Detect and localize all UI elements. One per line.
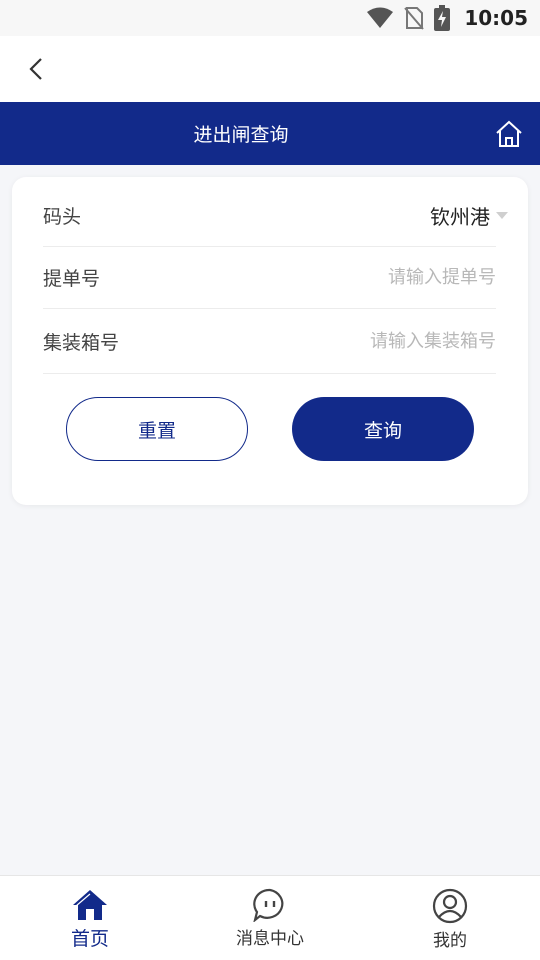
bill-label: 提单号 xyxy=(43,268,101,290)
terminal-value: 钦州港 xyxy=(430,205,490,229)
bill-row: 提单号 xyxy=(43,247,496,309)
home-icon xyxy=(496,120,522,147)
tab-mine-label: 我的 xyxy=(433,931,467,951)
query-button[interactable]: 查询 xyxy=(292,397,474,461)
home-filled-icon xyxy=(73,890,107,920)
container-row: 集装箱号 xyxy=(43,309,496,374)
container-label: 集装箱号 xyxy=(43,331,120,354)
query-form-card: 码头 钦州港 提单号 集装箱号 重置 查询 xyxy=(12,177,528,505)
top-bar xyxy=(0,36,540,102)
user-icon xyxy=(432,888,468,924)
tab-mine[interactable]: 我的 xyxy=(360,876,540,960)
title-bar: 进出闸查询 xyxy=(0,102,540,165)
no-sim-icon xyxy=(404,7,425,30)
tab-messages[interactable]: 消息中心 xyxy=(180,876,360,960)
tab-home[interactable]: 首页 xyxy=(0,876,180,960)
terminal-row: 码头 钦州港 xyxy=(43,185,508,247)
terminal-select[interactable]: 钦州港 xyxy=(430,201,508,230)
tab-home-label: 首页 xyxy=(70,928,109,950)
battery-charging-icon xyxy=(434,5,451,31)
container-number-input[interactable] xyxy=(256,330,496,352)
home-button[interactable] xyxy=(494,119,524,149)
caret-down-icon xyxy=(496,211,508,219)
terminal-label: 码头 xyxy=(43,206,82,228)
message-icon xyxy=(253,888,284,922)
wifi-icon xyxy=(367,7,394,28)
reset-button[interactable]: 重置 xyxy=(66,397,248,461)
status-time: 10:05 xyxy=(464,6,528,30)
back-button[interactable] xyxy=(18,50,54,88)
chevron-left-icon xyxy=(29,58,42,80)
bill-number-input[interactable] xyxy=(256,267,496,288)
bottom-tab-bar: 首页 消息中心 我的 xyxy=(0,875,540,960)
page-title: 进出闸查询 xyxy=(193,124,289,146)
tab-messages-label: 消息中心 xyxy=(236,929,304,949)
status-bar: 10:05 xyxy=(0,0,540,36)
